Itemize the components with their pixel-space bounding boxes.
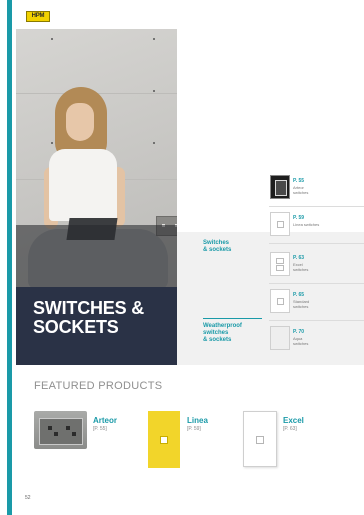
featured-item-ref: [P. 55] bbox=[93, 426, 107, 432]
product-divider bbox=[269, 206, 364, 207]
product-name: Standard switches bbox=[293, 299, 310, 309]
product-name: Arteor switches bbox=[293, 185, 309, 195]
aqua-switch-icon bbox=[270, 326, 290, 350]
category-weatherproof[interactable]: Weatherproof switches & sockets bbox=[203, 323, 242, 344]
category-switches-sockets[interactable]: Switches & sockets bbox=[203, 240, 231, 254]
product-name: Excel switches bbox=[293, 262, 309, 272]
product-ref: P. 59 bbox=[293, 215, 305, 221]
featured-item-name: Arteor bbox=[93, 416, 118, 425]
wall-dot bbox=[153, 90, 155, 92]
person-face bbox=[66, 103, 94, 141]
page-accent-bar bbox=[7, 0, 12, 515]
product-ref: P. 65 bbox=[293, 292, 305, 298]
page-number: 52 bbox=[25, 495, 31, 501]
wall-dot bbox=[153, 142, 155, 144]
linea-switch-icon bbox=[270, 212, 290, 236]
featured-item-arteor[interactable]: Arteor [P. 55] bbox=[93, 416, 117, 432]
product-ref: P. 70 bbox=[293, 329, 305, 335]
product-divider bbox=[269, 283, 364, 284]
hero-overlay bbox=[16, 225, 177, 365]
product-ref: P. 55 bbox=[293, 178, 305, 184]
wall-dot bbox=[51, 142, 53, 144]
featured-products-title: FEATURED PRODUCTS bbox=[34, 380, 163, 392]
featured-item-excel[interactable]: Excel [P. 63] bbox=[283, 416, 304, 432]
category-label: Switches bbox=[203, 240, 230, 246]
brand-logo: HPM bbox=[26, 11, 50, 22]
person-top bbox=[49, 149, 117, 221]
hero-image: SWITCHES & SOCKETS bbox=[16, 29, 177, 365]
category-label: switches bbox=[203, 330, 229, 336]
wall-dot bbox=[51, 38, 53, 40]
featured-item-ref: [P. 59] bbox=[187, 426, 201, 432]
category-divider bbox=[203, 318, 262, 319]
hero-title-line: SOCKETS bbox=[33, 317, 119, 337]
hero-title-line: SWITCHES & bbox=[33, 298, 145, 318]
arteor-socket-image[interactable] bbox=[34, 411, 87, 449]
category-label: & sockets bbox=[203, 337, 232, 343]
excel-switch-icon bbox=[270, 252, 290, 276]
product-name: Aqua switches bbox=[293, 336, 309, 346]
category-label: Weatherproof bbox=[203, 323, 242, 329]
wall-dot bbox=[153, 38, 155, 40]
featured-item-ref: [P. 63] bbox=[283, 426, 297, 432]
featured-item-name: Excel bbox=[283, 416, 304, 425]
arteor-switch-icon bbox=[270, 175, 290, 199]
featured-item-linea[interactable]: Linea [P. 59] bbox=[187, 416, 208, 432]
hero-title: SWITCHES & SOCKETS bbox=[33, 299, 144, 337]
product-ref: P. 63 bbox=[293, 255, 305, 261]
product-name: Linea switches bbox=[293, 222, 320, 227]
product-divider bbox=[269, 243, 364, 244]
category-label: & sockets bbox=[203, 247, 232, 253]
linea-switch-image[interactable] bbox=[148, 411, 180, 468]
featured-item-name: Linea bbox=[187, 416, 208, 425]
standard-switch-icon bbox=[270, 289, 290, 313]
product-divider bbox=[269, 320, 364, 321]
excel-switch-image[interactable] bbox=[243, 411, 277, 467]
